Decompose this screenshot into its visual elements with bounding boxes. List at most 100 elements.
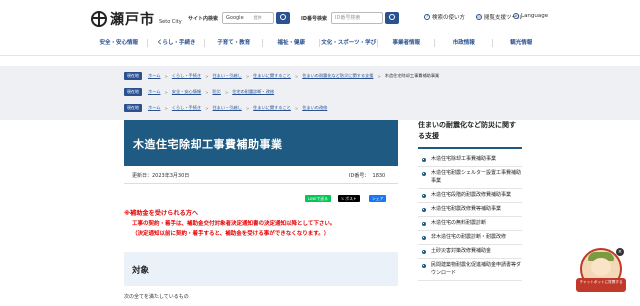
breadcrumb-link[interactable]: ホーム (148, 73, 160, 79)
id-search-label: ID番号検索 (301, 15, 328, 22)
breadcrumb-current: 木造住宅除却工事費補助事業 (384, 73, 440, 78)
notice-line: 工事の契約・着手は、補助金交付対象者決定通知書の決定通知以降として下さい。 (132, 221, 336, 227)
search-help-label: 検索の使い方 (432, 15, 466, 21)
logo-name: 瀬戸市 (110, 12, 155, 28)
sidebar-item[interactable]: 民間建築物耐震化促進補助金申請書等ダウンロード (418, 259, 522, 281)
site-search: サイト内検索 Google 提供 (188, 12, 291, 24)
header: 瀬戸市 Seto City サイト内検索 Google 提供 ID番号検索 ID… (0, 0, 640, 36)
sidebar-item[interactable]: 木造住宅耐震シェルター設置工事費補助事業 (418, 167, 522, 189)
gnav-item[interactable]: 文化・スポーツ・学び (320, 36, 378, 50)
breadcrumb-link[interactable]: 住まいに関すること (253, 105, 291, 111)
id-search: ID番号検索 ID番号検索 (301, 12, 400, 24)
breadcrumb-link[interactable]: くらし・手続き (172, 105, 201, 111)
breadcrumb-link[interactable]: 住まいの耐震化など防災に関する支援 (302, 73, 373, 79)
sidebar-item[interactable]: 木造住宅段階的耐震改修費補助事業 (418, 189, 522, 203)
breadcrumb-link[interactable]: 住宅の耐震診断・改修 (232, 89, 274, 95)
gnav-item[interactable]: 事業者情報 (378, 36, 436, 50)
updated-date: 更新日：2023年3月30日 (132, 173, 190, 179)
sidebar-title: 住まいの耐震化など防災に関する支援 (418, 121, 516, 140)
notice-line: （決定通知以前に契約・着手すると、補助金を受ける事ができなくなります。） (132, 231, 330, 237)
gnav-item[interactable]: 福祉・健康 (263, 36, 321, 50)
help-icon: ? (424, 14, 430, 20)
breadcrumb-separator: > (164, 89, 168, 95)
breadcrumb-separator: > (164, 105, 168, 111)
breadcrumb: 現在地 ホーム > くらし・手続き > 住まい・引越し > 住まいに関すること > 住ま… (124, 71, 439, 81)
x-post-label: ポスト (345, 196, 357, 201)
google-provider-tag: 提供 (253, 15, 262, 20)
breadcrumb-link[interactable]: ホーム (148, 105, 160, 111)
logo-sub: Seto City (159, 19, 182, 25)
close-icon[interactable]: × (616, 248, 624, 256)
current-location-badge: 現在地 (124, 72, 142, 80)
page-title-bar: 木造住宅除却工事費補助事業 (124, 120, 398, 166)
breadcrumb-link[interactable]: 住まいに関すること (253, 73, 291, 79)
breadcrumb-link[interactable]: 住まい・引越し (212, 73, 241, 79)
sidebar-list: 木造住宅除却工事費補助事業 木造住宅耐震シェルター設置工事費補助事業 木造住宅段… (418, 153, 522, 281)
site-logo[interactable]: 瀬戸市 Seto City (91, 9, 182, 29)
breadcrumb-separator: > (377, 73, 381, 79)
breadcrumb-separator: > (294, 73, 299, 79)
current-location-badge: 現在地 (124, 104, 142, 112)
section-heading-text: 対象 (132, 266, 150, 276)
nav-divider (0, 55, 640, 56)
page: 瀬戸市 Seto City サイト内検索 Google 提供 ID番号検索 ID… (0, 0, 640, 306)
accessibility-icon: ◎ (476, 14, 482, 20)
language-link[interactable]: + Language (513, 13, 548, 19)
chatbot-face-icon (591, 258, 611, 276)
global-nav: 安全・安心情報 くらし・手続き 子育て・教育 福祉・健康 文化・スポーツ・学び … (90, 36, 550, 50)
sidebar-item[interactable]: 木造住宅の無料耐震診断 (418, 217, 522, 231)
breadcrumb-separator: > (205, 105, 209, 111)
id-search-input[interactable]: ID番号検索 (331, 12, 384, 24)
sidebar-item[interactable]: 土砂災害対策改修費補助金 (418, 245, 522, 259)
section-heading: 対象 (124, 252, 398, 286)
gnav-item[interactable]: 市政情報 (435, 36, 493, 50)
site-search-label: サイト内検索 (188, 15, 219, 22)
breadcrumb: 現在地 ホーム > 安全・安心情報 > 防災 > 住宅の耐震診断・改修 (124, 87, 278, 97)
body-text: 次の全てを満たしているもの (124, 294, 189, 300)
breadcrumb-link[interactable]: 安全・安心情報 (172, 89, 201, 95)
language-label: Language (521, 13, 549, 19)
id-search-button[interactable] (385, 12, 400, 24)
facebook-share-button[interactable]: シェア (369, 195, 387, 202)
page-id: ID番号： 1830 (349, 172, 385, 179)
breadcrumb-link[interactable]: くらし・手続き (172, 73, 201, 79)
city-emblem-icon (91, 11, 107, 27)
gnav-item[interactable]: くらし・手続き (148, 36, 206, 50)
page-title: 木造住宅除却工事費補助事業 (133, 138, 283, 151)
sidebar-item[interactable]: 木造住宅耐震改修費等補助事業 (418, 203, 522, 217)
gnav-item[interactable]: 安全・安心情報 (90, 36, 148, 50)
breadcrumb-link[interactable]: 住まいの改修 (302, 105, 327, 111)
chatbot-label: チャットボットに質問する (576, 278, 626, 292)
sidebar-item[interactable]: 木造住宅除却工事費補助事業 (418, 153, 522, 167)
breadcrumb-link[interactable]: ホーム (148, 89, 160, 95)
gnav-item[interactable]: 観光情報 (493, 36, 551, 50)
page-id-label: ID番号： (349, 173, 370, 179)
globe-icon: + (513, 13, 519, 19)
breadcrumb-separator: > (205, 89, 209, 95)
breadcrumb-separator: > (164, 73, 168, 79)
search-help-link[interactable]: ? 検索の使い方 (424, 13, 465, 21)
breadcrumb-separator: > (205, 73, 209, 79)
site-search-button[interactable] (276, 12, 291, 24)
page-meta: 更新日：2023年3月30日 ID番号： 1830 (124, 166, 398, 184)
sidebar-item[interactable]: 非木造住宅の耐震診断・耐震改修 (418, 231, 522, 245)
gnav-item[interactable]: 子育て・教育 (205, 36, 263, 50)
sidebar-divider (418, 147, 522, 149)
breadcrumb-separator: > (245, 73, 250, 79)
site-search-input[interactable]: Google 提供 (222, 12, 275, 24)
google-label: Google (226, 15, 244, 21)
subsidy-notice: ※補助金を受けられる方へ 工事の契約・着手は、補助金交付対象者決定通知書の決定通… (124, 208, 398, 237)
notice-heading: ※補助金を受けられる方へ (124, 210, 199, 217)
line-share-button[interactable]: LINEで送る (305, 195, 331, 202)
x-post-button[interactable]: 𝕏 ポスト (338, 195, 360, 202)
breadcrumb-link[interactable]: 防災 (212, 89, 220, 95)
breadcrumb-separator: > (294, 105, 299, 111)
page-id-value: 1830 (372, 173, 386, 179)
breadcrumb-separator: > (245, 105, 250, 111)
chatbot-launcher[interactable]: チャットボットに質問する × (576, 248, 626, 300)
breadcrumb-link[interactable]: 住まい・引越し (212, 105, 241, 111)
breadcrumb-area: 現在地 ホーム > くらし・手続き > 住まい・引越し > 住まいに関すること > 住ま… (0, 66, 640, 120)
breadcrumb: 現在地 ホーム > くらし・手続き > 住まい・引越し > 住まいに関すること > 住ま… (124, 103, 331, 113)
current-location-badge: 現在地 (124, 88, 142, 96)
breadcrumb-separator: > (224, 89, 229, 95)
